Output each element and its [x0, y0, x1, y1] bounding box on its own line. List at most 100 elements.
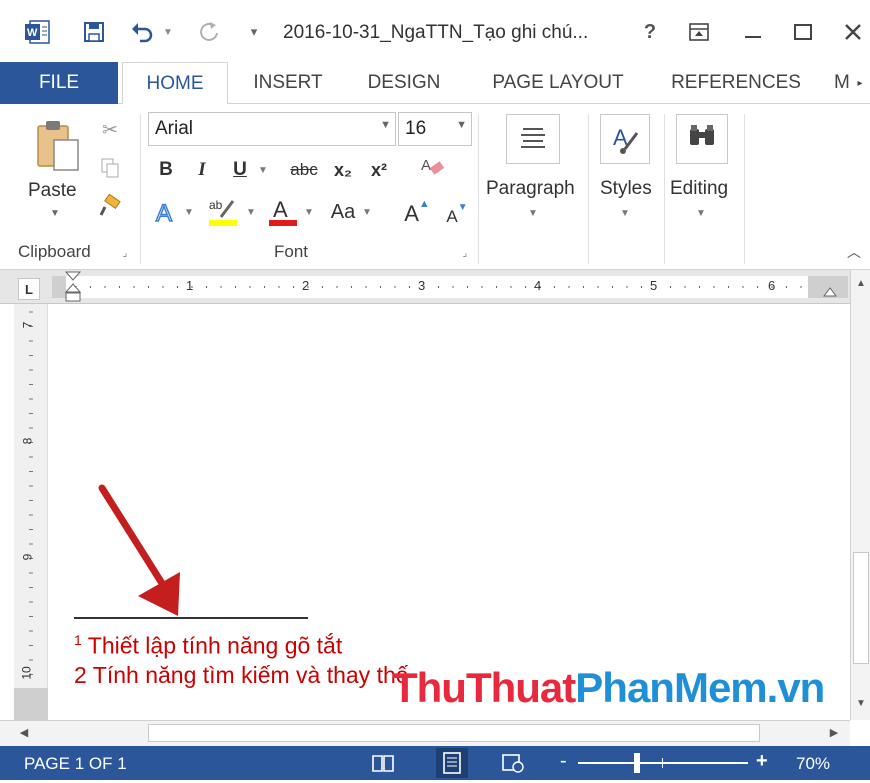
text-effects-dropdown-icon[interactable]: ▼ — [182, 202, 196, 222]
change-case-button[interactable]: Aa — [326, 198, 360, 226]
footnote-1[interactable]: 1 Thiết lập tính năng gõ tắt — [74, 632, 342, 660]
underline-button[interactable]: U — [228, 156, 252, 184]
text-highlight-icon[interactable]: ab — [206, 194, 240, 230]
font-color-icon[interactable]: A — [266, 194, 300, 230]
redo-icon[interactable] — [196, 18, 224, 46]
zoom-level[interactable]: 70% — [796, 754, 830, 774]
ruler-mark: 5 — [650, 278, 658, 293]
vruler-bottom-margin — [14, 688, 48, 720]
clear-formatting-icon[interactable]: A — [416, 152, 450, 184]
italic-button[interactable]: I — [190, 156, 214, 184]
ruler-mark: 3 — [418, 278, 426, 293]
text-effects-icon[interactable]: A — [150, 196, 182, 228]
zoom-slider[interactable] — [578, 753, 748, 773]
vertical-scrollbar[interactable]: ▲ ▼ — [850, 270, 870, 720]
paragraph-icon-box — [506, 114, 560, 164]
editing-icon-box — [676, 114, 728, 164]
zoom-slider-center-mark — [662, 758, 663, 768]
customize-qat-icon[interactable]: ▾ — [245, 18, 263, 46]
scroll-down-icon[interactable]: ▼ — [853, 698, 869, 716]
footnote-2[interactable]: 2 Tính năng tìm kiếm và thay thế — [74, 662, 409, 689]
paste-button[interactable]: Paste ▼ — [24, 116, 86, 228]
ribbon-display-options-icon[interactable] — [684, 18, 714, 46]
title-bar: W ▼ ▾ 2016-10-31_NgaTTN_Tạo ghi chú... ? — [0, 0, 870, 62]
superscript-button[interactable]: x² — [364, 156, 394, 184]
scroll-right-icon[interactable]: ▶ — [824, 723, 844, 743]
web-layout-icon[interactable] — [500, 752, 526, 774]
bold-button[interactable]: B — [154, 156, 178, 184]
tab-file[interactable]: FILE — [0, 62, 118, 104]
subscript-button[interactable]: x₂ — [328, 156, 358, 184]
editing-button[interactable]: Editing ▼ — [668, 112, 740, 232]
tab-page-layout[interactable]: PAGE LAYOUT — [470, 62, 646, 104]
read-mode-icon[interactable] — [370, 752, 396, 774]
horizontal-ruler[interactable]: 1 2 3 4 5 6 — [52, 271, 848, 302]
right-indent-marker-icon[interactable] — [822, 284, 838, 298]
grow-font-button[interactable]: A ▲ — [402, 198, 432, 230]
paragraph-icon — [521, 128, 545, 148]
styles-label: Styles — [600, 178, 652, 199]
change-case-dropdown-icon[interactable]: ▼ — [360, 202, 374, 222]
help-button[interactable]: ? — [636, 18, 664, 46]
vertical-ruler[interactable]: 7 8 9 10 — [14, 304, 48, 720]
grow-font-label: A — [404, 201, 419, 226]
highlight-dropdown-icon[interactable]: ▼ — [244, 202, 258, 222]
window-title: 2016-10-31_NgaTTN_Tạo ghi chú... — [283, 22, 589, 43]
tab-insert[interactable]: INSERT — [236, 62, 340, 104]
editing-label: Editing — [670, 178, 729, 199]
watermark-part1: ThuThuat — [392, 664, 576, 711]
font-name-combo[interactable]: Arial ▼ — [148, 112, 396, 146]
save-icon[interactable] — [80, 18, 108, 46]
close-icon[interactable] — [838, 18, 868, 46]
tab-selector-icon[interactable]: L — [18, 278, 40, 300]
collapse-ribbon-icon[interactable]: ︿ — [844, 242, 864, 262]
tab-design[interactable]: DESIGN — [352, 62, 456, 104]
strikethrough-button[interactable]: abc — [284, 156, 324, 184]
horizontal-scrollbar[interactable]: ◀ ▶ — [0, 720, 850, 746]
grow-caret-icon: ▲ — [418, 198, 430, 210]
vertical-scroll-thumb[interactable] — [853, 552, 869, 664]
paragraph-button[interactable]: Paragraph ▼ — [486, 112, 582, 232]
tab-home[interactable]: HOME — [122, 62, 228, 105]
word-app-icon[interactable]: W — [22, 18, 52, 46]
scroll-up-icon[interactable]: ▲ — [853, 278, 869, 296]
vertical-ruler-ticks — [29, 311, 33, 675]
styles-button[interactable]: A Styles ▼ — [596, 112, 658, 232]
format-painter-icon[interactable] — [96, 192, 124, 220]
watermark-part2: PhanMem — [575, 664, 767, 711]
font-color-dropdown-icon[interactable]: ▼ — [302, 202, 316, 222]
tab-references[interactable]: REFERENCES — [660, 62, 812, 104]
zoom-out-button[interactable]: - — [560, 750, 567, 773]
svg-text:W: W — [27, 27, 38, 39]
page-count[interactable]: PAGE 1 OF 1 — [24, 754, 127, 774]
paragraph-label: Paragraph — [486, 178, 575, 199]
footnote-2-text: Tính năng tìm kiếm và thay thế — [92, 662, 409, 688]
indent-marker-icon[interactable] — [64, 270, 82, 304]
print-layout-icon[interactable] — [436, 748, 468, 778]
paste-dropdown-icon: ▼ — [50, 208, 60, 219]
shrink-font-button[interactable]: A ▼ — [442, 202, 472, 232]
undo-dropdown-icon[interactable]: ▼ — [160, 18, 176, 46]
maximize-icon[interactable] — [788, 18, 818, 46]
editing-dropdown-icon: ▼ — [696, 208, 706, 219]
tab-scroll-right-icon[interactable]: ▸ — [852, 62, 868, 104]
svg-text:A: A — [273, 197, 288, 222]
group-separator — [588, 114, 589, 264]
shrink-caret-icon: ▼ — [457, 201, 468, 213]
zoom-slider-thumb[interactable] — [634, 753, 640, 773]
underline-dropdown-icon[interactable]: ▼ — [256, 156, 270, 184]
minimize-icon[interactable] — [738, 18, 768, 46]
zoom-in-button[interactable]: + — [756, 750, 768, 773]
undo-icon[interactable] — [128, 18, 156, 46]
footnote-separator — [74, 617, 308, 619]
footnote-1-text: Thiết lập tính năng gõ tắt — [87, 632, 343, 659]
font-launcher-icon[interactable]: ⌟ — [458, 246, 472, 260]
cut-icon[interactable]: ✂ — [96, 116, 124, 144]
scroll-left-icon[interactable]: ◀ — [14, 723, 34, 743]
font-size-combo[interactable]: 16 ▼ — [398, 112, 472, 146]
horizontal-scroll-thumb[interactable] — [148, 724, 760, 742]
copy-icon[interactable] — [96, 154, 124, 182]
paste-label: Paste — [28, 180, 77, 201]
paste-icon — [37, 121, 79, 171]
clipboard-launcher-icon[interactable]: ⌟ — [118, 246, 132, 260]
